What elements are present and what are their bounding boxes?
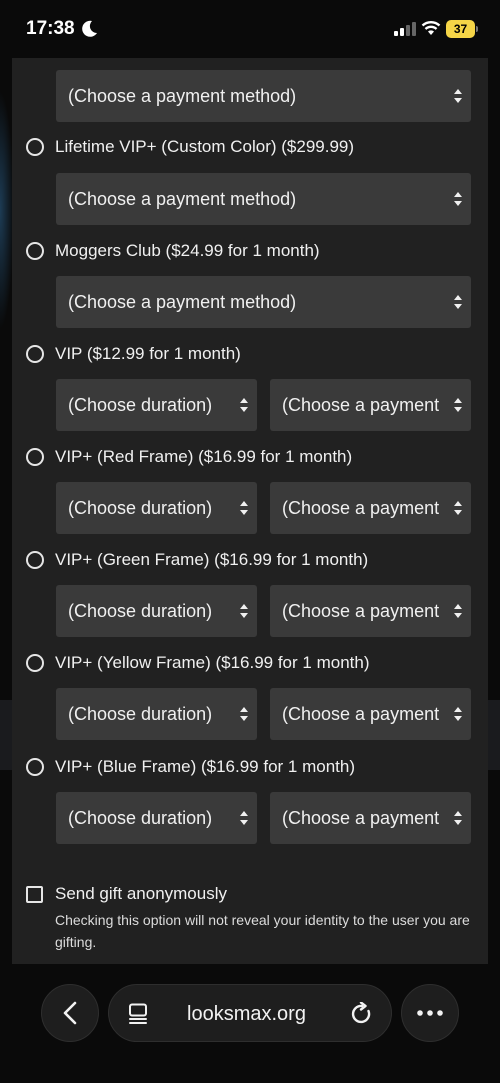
payment-method-select[interactable]: (Choose a payment <box>270 482 471 534</box>
battery-level: 37 <box>446 20 475 38</box>
payment-method-select[interactable]: (Choose a payment method) <box>56 173 471 225</box>
radio-button[interactable] <box>26 654 44 672</box>
option-vip-plus-yellow[interactable]: VIP+ (Yellow Frame) ($16.99 for 1 month) <box>26 651 369 675</box>
radio-button[interactable] <box>26 138 44 156</box>
gift-upgrade-panel: (Choose a payment method) Lifetime VIP+ … <box>12 58 488 964</box>
payment-method-select[interactable]: (Choose a payment <box>270 585 471 637</box>
duration-select[interactable]: (Choose duration) <box>56 482 257 534</box>
updown-arrows-icon <box>240 501 248 515</box>
moon-icon <box>82 20 97 37</box>
duration-select[interactable]: (Choose duration) <box>56 688 257 740</box>
more-dots-icon <box>417 1010 443 1016</box>
radio-button[interactable] <box>26 758 44 776</box>
option-vip-plus-green[interactable]: VIP+ (Green Frame) ($16.99 for 1 month) <box>26 548 368 572</box>
more-options-button[interactable] <box>401 984 459 1042</box>
duration-select[interactable]: (Choose duration) <box>56 792 257 844</box>
radio-button[interactable] <box>26 448 44 466</box>
url-text: looksmax.org <box>187 1003 306 1025</box>
payment-method-select[interactable]: (Choose a payment method) <box>56 276 471 328</box>
option-lifetime-vip-plus[interactable]: Lifetime VIP+ (Custom Color) ($299.99) <box>26 135 354 159</box>
option-vip[interactable]: VIP ($12.99 for 1 month) <box>26 342 241 366</box>
updown-arrows-icon <box>240 707 248 721</box>
option-moggers-club[interactable]: Moggers Club ($24.99 for 1 month) <box>26 239 320 263</box>
anonymous-label: Send gift anonymously <box>55 884 227 903</box>
cellular-signal-icon <box>394 22 416 36</box>
tab-overview-icon <box>129 1003 147 1024</box>
wifi-icon <box>421 21 441 35</box>
updown-arrows-icon <box>240 604 248 618</box>
option-vip-plus-red[interactable]: VIP+ (Red Frame) ($16.99 for 1 month) <box>26 445 352 469</box>
updown-arrows-icon <box>240 398 248 412</box>
updown-arrows-icon <box>454 398 462 412</box>
updown-arrows-icon <box>240 811 248 825</box>
updown-arrows-icon <box>454 295 462 309</box>
duration-select[interactable]: (Choose duration) <box>56 379 257 431</box>
radio-button[interactable] <box>26 242 44 260</box>
reload-icon[interactable] <box>351 1002 373 1026</box>
address-bar[interactable]: looksmax.org <box>108 984 392 1042</box>
option-vip-plus-blue[interactable]: VIP+ (Blue Frame) ($16.99 for 1 month) <box>26 755 355 779</box>
status-time: 17:38 <box>26 18 75 39</box>
battery-icon: 37 <box>446 20 478 38</box>
updown-arrows-icon <box>454 811 462 825</box>
updown-arrows-icon <box>454 501 462 515</box>
payment-method-select[interactable]: (Choose a payment <box>270 688 471 740</box>
radio-button[interactable] <box>26 345 44 363</box>
status-bar: 17:38 37 <box>0 0 500 58</box>
browser-toolbar: looksmax.org <box>0 964 500 1083</box>
updown-arrows-icon <box>454 604 462 618</box>
duration-select[interactable]: (Choose duration) <box>56 585 257 637</box>
chevron-left-icon <box>63 1001 77 1025</box>
updown-arrows-icon <box>454 707 462 721</box>
radio-button[interactable] <box>26 551 44 569</box>
payment-method-select[interactable]: (Choose a payment method) <box>56 70 471 122</box>
anonymous-description: Checking this option will not reveal you… <box>55 912 470 950</box>
payment-method-select[interactable]: (Choose a payment <box>270 792 471 844</box>
anonymous-checkbox[interactable] <box>26 886 43 903</box>
payment-method-select[interactable]: (Choose a payment <box>270 379 471 431</box>
back-button[interactable] <box>41 984 99 1042</box>
updown-arrows-icon <box>454 89 462 103</box>
updown-arrows-icon <box>454 192 462 206</box>
